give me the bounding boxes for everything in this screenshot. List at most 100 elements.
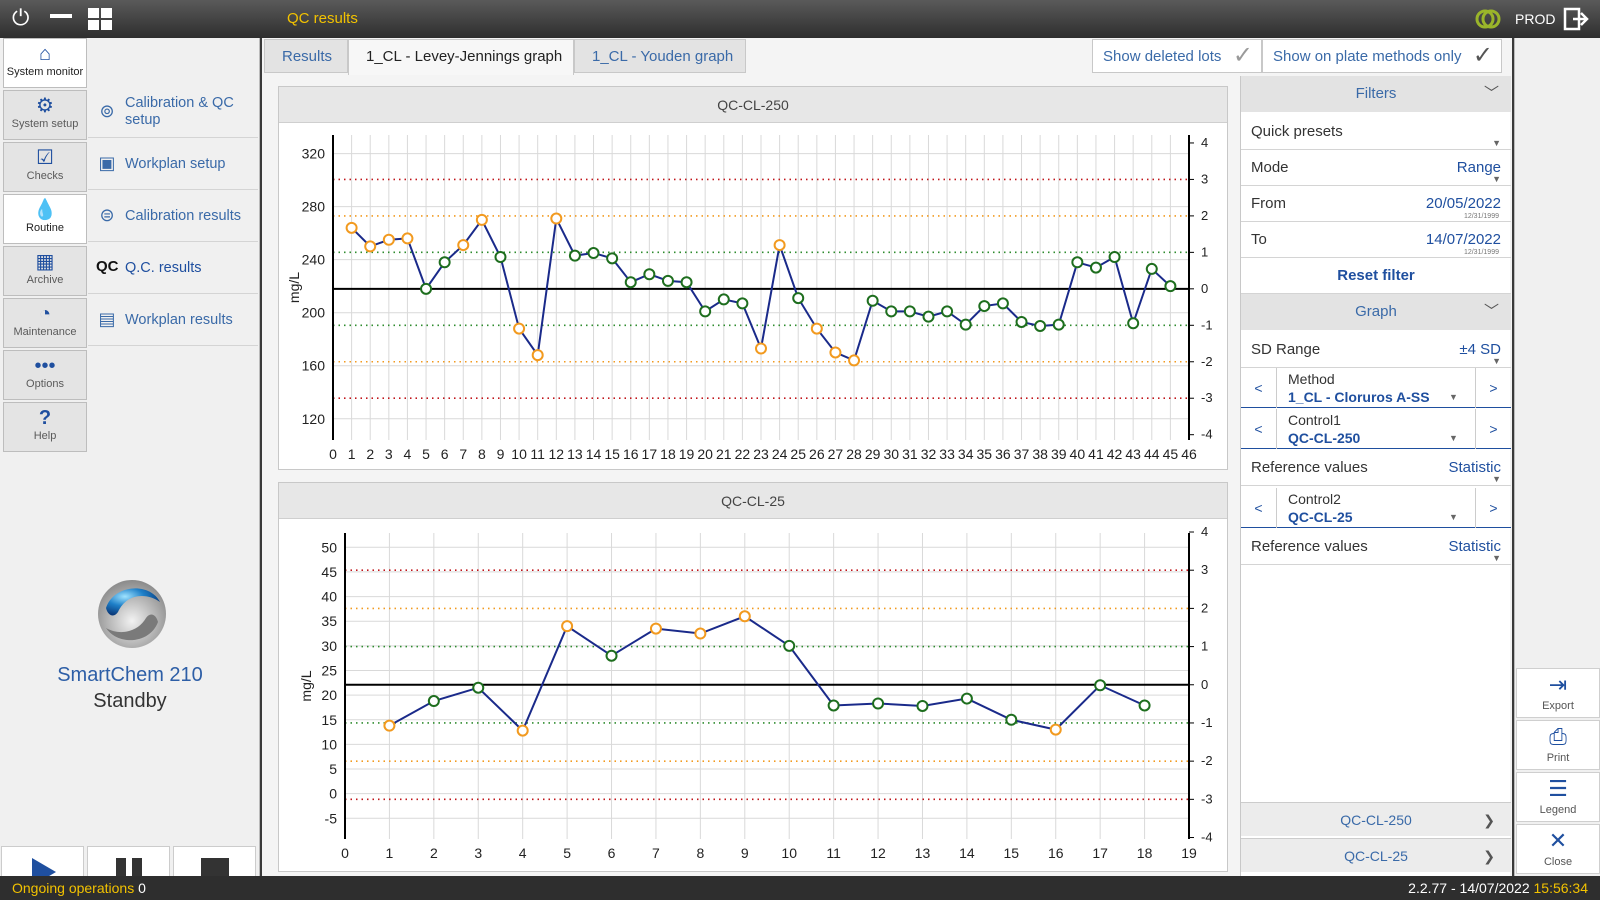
data-point: [438, 256, 451, 269]
nav-system-monitor[interactable]: ⌂ System monitor: [3, 38, 87, 88]
previous-method-button[interactable]: <: [1241, 368, 1277, 408]
submenu-calibration-qc-setup[interactable]: ⊚ Calibration & QC setup: [88, 86, 258, 138]
sd-tick-label: -3: [1201, 390, 1213, 405]
previous-control1-button[interactable]: <: [1241, 409, 1277, 449]
grid-icon: ▦: [35, 251, 55, 273]
data-point: [996, 297, 1009, 310]
data-point: [885, 305, 898, 318]
from-date-field[interactable]: From 20/05/2022 12/31/1999: [1241, 186, 1511, 222]
chart-canvas: 43210-1-2-3-4-5051015202530354045500 1 2 3 4…: [298, 524, 1213, 861]
next-control1-button[interactable]: >: [1475, 409, 1511, 449]
show-deleted-lots-toggle[interactable]: Show deleted lots ✓: [1092, 39, 1262, 73]
tab-label: Results: [282, 48, 333, 65]
tab-results[interactable]: Results: [264, 39, 348, 73]
sd-tick-label: -2: [1201, 354, 1213, 369]
field-label: From: [1251, 195, 1286, 212]
nav-archive[interactable]: ▦ Archive: [3, 246, 87, 296]
data-point: [1164, 280, 1177, 293]
x-tick-label: 9: [497, 446, 505, 462]
show-plate-methods-toggle[interactable]: Show on plate methods only ✓: [1262, 39, 1502, 73]
chevron-down-icon: ﹀: [1483, 303, 1499, 320]
x-tick-label: 37: [1014, 446, 1030, 462]
chart-title: QC-CL-250: [279, 87, 1227, 123]
quick-presets-select[interactable]: Quick presets ▼: [1241, 114, 1511, 150]
submenu-calibration-results[interactable]: ⊜ Calibration results: [88, 190, 258, 242]
legend-button[interactable]: ☰ Legend: [1516, 772, 1600, 822]
x-tick-label: 28: [846, 446, 862, 462]
dropdown-arrow-icon: ▼: [1449, 392, 1458, 402]
reference-values-1-select[interactable]: Reference values Statistic ▼: [1241, 450, 1511, 486]
sd-tick-label: 3: [1201, 171, 1208, 186]
nav-label: Help: [33, 430, 57, 442]
data-point: [516, 724, 529, 737]
x-tick-label: 22: [735, 446, 751, 462]
x-tick-label: 15: [604, 446, 620, 462]
qc-cl-25-nav-button[interactable]: QC-CL-25 ❯: [1241, 838, 1511, 872]
next-control2-button[interactable]: >: [1475, 488, 1511, 528]
data-point: [550, 212, 563, 225]
export-button[interactable]: ⇥ Export: [1516, 668, 1600, 718]
reference-values-2-select[interactable]: Reference values Statistic ▼: [1241, 529, 1511, 565]
field-label: Control1: [1288, 412, 1341, 428]
nav-help[interactable]: ? Help: [3, 402, 87, 452]
minimize-icon[interactable]: [50, 14, 72, 18]
data-point: [1071, 256, 1084, 269]
nav-maintenance[interactable]: ◔ Maintenance: [3, 298, 87, 348]
x-tick-label: 39: [1051, 446, 1067, 462]
dropdown-arrow-icon: ▼: [1492, 356, 1501, 366]
submenu-qc-results[interactable]: QC Q.C. results: [88, 242, 258, 294]
to-date-field[interactable]: To 14/07/2022 12/31/1999: [1241, 222, 1511, 258]
sd-tick-label: -2: [1201, 753, 1213, 768]
graph-section-header[interactable]: Graph ﹀: [1241, 294, 1511, 330]
chart-title: QC-CL-25: [279, 483, 1227, 519]
sd-range-select[interactable]: SD Range ±4 SD ▼: [1241, 332, 1511, 368]
power-icon[interactable]: ⏻: [12, 6, 29, 30]
x-tick-label: 32: [921, 446, 937, 462]
action-label: Legend: [1539, 804, 1577, 816]
sd-tick-label: -1: [1201, 317, 1213, 332]
field-label: SD Range: [1251, 341, 1321, 358]
data-point: [624, 276, 637, 289]
field-label: Reference values: [1251, 538, 1368, 555]
y-tick-label: 320: [302, 146, 326, 162]
nav-system-setup[interactable]: ⚙ System setup: [3, 90, 87, 140]
data-point: [717, 293, 730, 306]
data-point: [587, 247, 600, 260]
qc-cl-250-nav-button[interactable]: QC-CL-250 ❯: [1241, 802, 1511, 836]
tab-youden[interactable]: 1_CL - Youden graph: [574, 39, 746, 73]
nav-label: System monitor: [6, 66, 84, 78]
print-button[interactable]: ⎙ Print: [1516, 720, 1600, 770]
ongoing-operations[interactable]: Ongoing operations 0: [12, 880, 146, 896]
nav-options[interactable]: ••• Options: [3, 350, 87, 400]
logout-icon[interactable]: [1563, 7, 1589, 36]
y-tick-label: 200: [302, 305, 326, 321]
sd-tick-label: 1: [1201, 244, 1208, 259]
x-tick-label: 1: [348, 446, 356, 462]
section-title: Filters: [1355, 85, 1397, 102]
previous-control2-button[interactable]: <: [1241, 488, 1277, 528]
nav-routine[interactable]: 💧 Routine: [3, 194, 87, 244]
windows-icon[interactable]: [88, 8, 112, 35]
control1-value[interactable]: QC-CL-250: [1288, 430, 1360, 446]
x-tick-label: 19: [679, 446, 695, 462]
filter-panel: Filters ﹀ Quick presets ▼ Mode Range ▼ F…: [1240, 76, 1511, 876]
printer-icon: ⎙: [1549, 724, 1567, 749]
x-tick-label: 6: [441, 446, 449, 462]
control2-value[interactable]: QC-CL-25: [1288, 509, 1353, 525]
data-point: [531, 349, 544, 362]
data-point: [1127, 317, 1140, 330]
data-point: [1108, 251, 1121, 263]
x-tick-label: 33: [939, 446, 955, 462]
submenu-workplan-setup[interactable]: ▣ Workplan setup: [88, 138, 258, 190]
reset-filter-button[interactable]: Reset filter: [1241, 258, 1511, 294]
data-point: [792, 292, 805, 305]
filters-section-header[interactable]: Filters ﹀: [1241, 76, 1511, 112]
nav-checks[interactable]: ☑ Checks: [3, 142, 87, 192]
close-button[interactable]: ✕ Close: [1516, 824, 1600, 874]
next-method-button[interactable]: >: [1475, 368, 1511, 408]
version-and-clock: 2.2.77 - 14/07/2022 15:56:34: [1408, 880, 1588, 896]
submenu-workplan-results[interactable]: ▤ Workplan results: [88, 294, 258, 346]
tab-levey-jennings[interactable]: 1_CL - Levey-Jennings graph: [348, 39, 574, 75]
method-value[interactable]: 1_CL - Cloruros A-SS: [1288, 389, 1430, 405]
mode-select[interactable]: Mode Range ▼: [1241, 150, 1511, 186]
